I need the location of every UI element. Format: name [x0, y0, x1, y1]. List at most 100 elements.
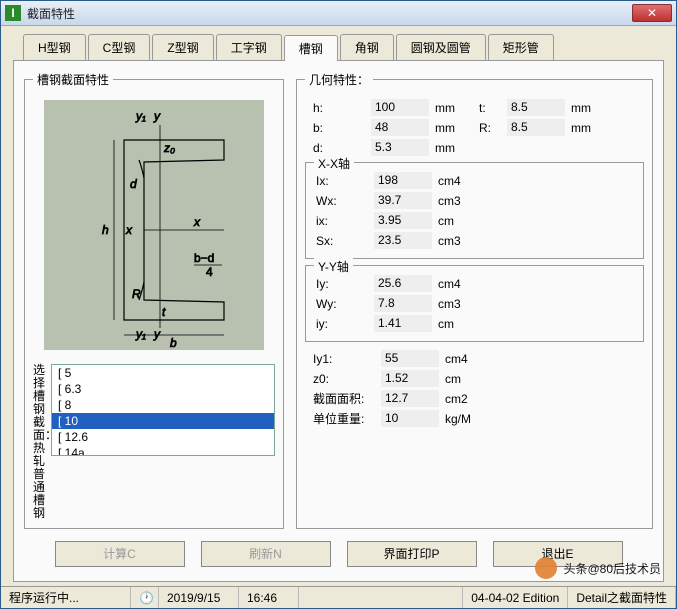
prop-value: 23.5 — [374, 232, 432, 249]
prop-value: 55 — [381, 350, 439, 367]
status-time: 16:46 — [239, 587, 299, 608]
prop-value: 7.8 — [374, 295, 432, 312]
prop-value: 1.41 — [374, 315, 432, 332]
prop-label: b: — [305, 121, 365, 135]
app-icon: I — [5, 5, 21, 21]
geometry-legend: 几何特性： — [305, 71, 373, 88]
list-item[interactable]: [ 5 — [52, 365, 274, 381]
svg-text:t: t — [162, 305, 166, 319]
tab-1[interactable]: C型钢 — [88, 34, 151, 60]
tab-7[interactable]: 矩形管 — [488, 34, 554, 60]
tab-panel: 槽钢截面特性 h b x x y y — [13, 60, 664, 582]
tab-5[interactable]: 角钢 — [340, 34, 394, 60]
close-button[interactable]: ✕ — [632, 4, 672, 22]
svg-text:x: x — [125, 223, 133, 237]
yy-title: Y-Y轴 — [314, 258, 353, 275]
prop-unit: cm3 — [438, 194, 468, 208]
prop-label: d: — [305, 141, 365, 155]
app-window: I 截面特性 ✕ H型钢C型钢Z型钢工字钢槽钢角钢圆钢及圆管矩形管 槽钢截面特性 — [0, 0, 677, 609]
prop-value: 10 — [381, 410, 439, 427]
status-running: 程序运行中... — [1, 587, 131, 608]
prop-value: 198 — [374, 172, 432, 189]
prop-unit: cm — [438, 317, 468, 331]
prop-unit: mm — [435, 121, 465, 135]
prop-unit: cm3 — [438, 234, 468, 248]
prop-label: z0: — [305, 372, 375, 386]
prop-value: 8.5 — [507, 99, 565, 116]
list-item[interactable]: [ 12.6 — [52, 429, 274, 445]
list-label: 选择槽钢截面：热轧普通槽钢 — [33, 364, 47, 520]
prop-label: Wy: — [308, 297, 368, 311]
svg-text:z₀: z₀ — [163, 141, 175, 155]
channel-diagram: h b xx yy y₁y₁ z₀ d b−d4 R t — [44, 100, 264, 350]
refresh-button[interactable]: 刷新N — [201, 541, 331, 567]
svg-text:y: y — [153, 327, 161, 341]
prop-label: Iy1: — [305, 352, 375, 366]
prop-unit: cm — [438, 214, 468, 228]
svg-text:R: R — [132, 287, 141, 301]
xx-title: X-X轴 — [314, 155, 354, 172]
status-edition: 04-04-02 Edition — [463, 587, 568, 608]
prop-value: 48 — [371, 119, 429, 136]
exit-button[interactable]: 退出E — [493, 541, 623, 567]
prop-label: ix: — [308, 214, 368, 228]
svg-text:x: x — [193, 215, 201, 229]
prop-unit: cm3 — [438, 297, 468, 311]
list-item[interactable]: [ 10 — [52, 413, 274, 429]
prop-value: 100 — [371, 99, 429, 116]
prop-label: h: — [305, 101, 365, 115]
tabs: H型钢C型钢Z型钢工字钢槽钢角钢圆钢及圆管矩形管 — [13, 34, 664, 60]
xx-axis-group: X-X轴 Ix: 198 cm4Wx: 39.7 cm3ix: 3.95 cmS… — [305, 162, 644, 259]
prop-label: 单位重量: — [305, 410, 375, 427]
list-item[interactable]: [ 8 — [52, 397, 274, 413]
status-clock-icon: 🕐 — [131, 587, 159, 608]
prop-unit: cm4 — [438, 174, 468, 188]
calc-button[interactable]: 计算C — [55, 541, 185, 567]
prop-unit: kg/M — [445, 412, 475, 426]
status-page: Detail之截面特性 — [568, 587, 676, 608]
prop-label: Sx: — [308, 234, 368, 248]
section-diagram-group: 槽钢截面特性 h b x x y y — [24, 71, 284, 529]
prop-unit: mm — [571, 101, 601, 115]
prop-value: 25.6 — [374, 275, 432, 292]
prop-label: t: — [471, 101, 501, 115]
svg-text:b: b — [170, 336, 177, 350]
svg-text:y₁: y₁ — [135, 327, 146, 341]
prop-unit: cm4 — [438, 277, 468, 291]
tab-6[interactable]: 圆钢及圆管 — [396, 34, 486, 60]
tab-2[interactable]: Z型钢 — [152, 34, 213, 60]
prop-value: 3.95 — [374, 212, 432, 229]
tab-3[interactable]: 工字钢 — [216, 34, 282, 60]
print-button[interactable]: 界面打印P — [347, 541, 477, 567]
tab-4[interactable]: 槽钢 — [284, 35, 338, 61]
svg-text:d: d — [130, 177, 137, 191]
prop-label: iy: — [308, 317, 368, 331]
svg-text:y: y — [153, 109, 161, 123]
list-item[interactable]: [ 14a — [52, 445, 274, 456]
prop-label: Iy: — [308, 277, 368, 291]
prop-label: Ix: — [308, 174, 368, 188]
prop-value: 12.7 — [381, 390, 439, 407]
tab-0[interactable]: H型钢 — [23, 34, 86, 60]
prop-label: R: — [471, 121, 501, 135]
size-listbox[interactable]: [ 5[ 6.3[ 8[ 10[ 12.6[ 14a — [51, 364, 275, 456]
status-bar: 程序运行中... 🕐 2019/9/15 16:46 04-04-02 Edit… — [1, 586, 676, 608]
svg-text:4: 4 — [206, 265, 213, 279]
button-row: 计算C 刷新N 界面打印P 退出E — [24, 529, 653, 571]
svg-text:b−d: b−d — [194, 251, 214, 265]
diagram-legend: 槽钢截面特性 — [33, 71, 113, 88]
titlebar: I 截面特性 ✕ — [1, 1, 676, 26]
prop-unit: mm — [435, 141, 465, 155]
prop-label: Wx: — [308, 194, 368, 208]
window-title: 截面特性 — [27, 5, 632, 22]
prop-unit: cm4 — [445, 352, 475, 366]
geometry-group: 几何特性： h: 100 mmt: 8.5 mmb: 48 mmR: 8.5 m… — [296, 71, 653, 529]
list-item[interactable]: [ 6.3 — [52, 381, 274, 397]
svg-text:h: h — [102, 223, 109, 237]
prop-value: 1.52 — [381, 370, 439, 387]
prop-unit: cm2 — [445, 392, 475, 406]
prop-unit: mm — [571, 121, 601, 135]
client-area: H型钢C型钢Z型钢工字钢槽钢角钢圆钢及圆管矩形管 槽钢截面特性 h — [1, 26, 676, 586]
yy-axis-group: Y-Y轴 Iy: 25.6 cm4Wy: 7.8 cm3iy: 1.41 cm — [305, 265, 644, 342]
prop-value: 5.3 — [371, 139, 429, 156]
